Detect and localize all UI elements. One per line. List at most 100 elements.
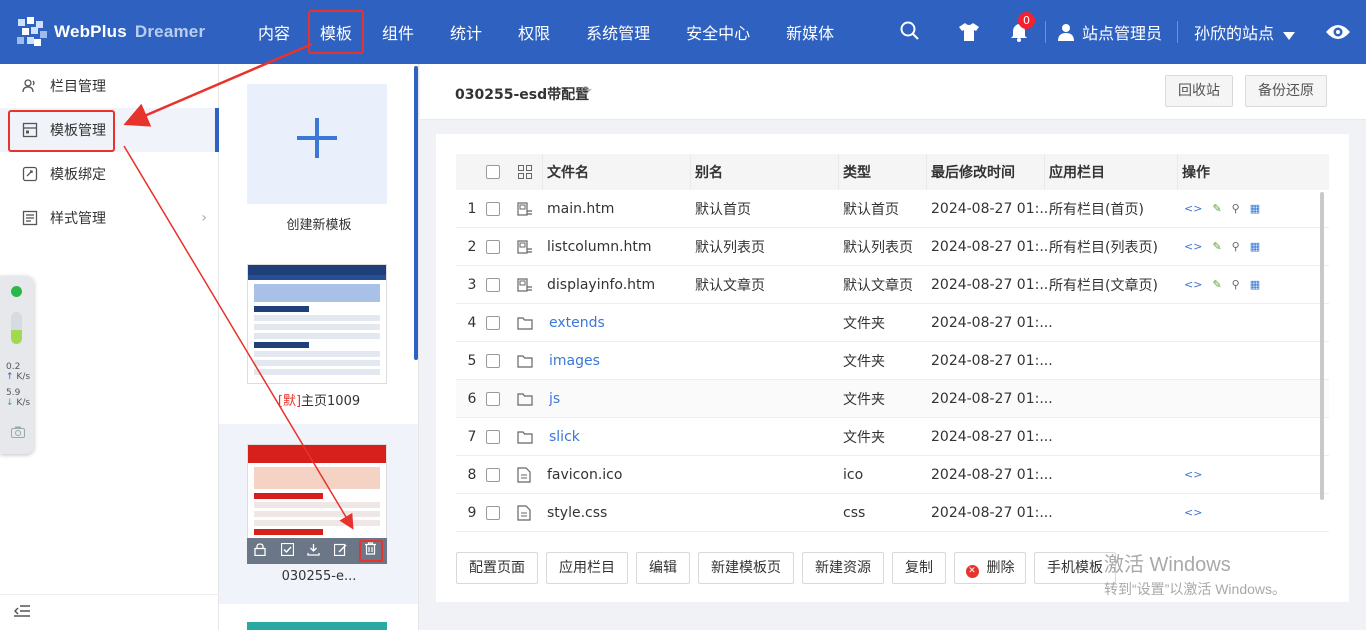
qrcode-icon[interactable]: ▦: [1250, 240, 1260, 253]
row-checkbox[interactable]: [486, 239, 500, 254]
nav-item[interactable]: 组件: [382, 0, 414, 64]
row-checkbox[interactable]: [486, 429, 500, 444]
template-name[interactable]: 030255-e...: [219, 569, 418, 584]
table-row[interactable]: 8 favicon.ico ico 2024-08-27 01:... <>: [456, 456, 1329, 494]
users-icon: [22, 78, 38, 94]
column-header-applied-column[interactable]: 应用栏目: [1049, 154, 1105, 190]
recycle-bin-button[interactable]: 回收站: [1165, 75, 1233, 107]
user-menu[interactable]: 站点管理员: [1082, 0, 1162, 64]
file-type: 默认列表页: [843, 239, 913, 256]
new-resource-button[interactable]: 新建资源: [802, 552, 884, 584]
sidebar-item-style-management[interactable]: 样式管理 ›: [0, 196, 219, 240]
sidebar-item-template-binding[interactable]: 模板绑定: [0, 152, 219, 196]
nav-item[interactable]: 模板: [308, 10, 365, 54]
lock-icon[interactable]: [251, 543, 269, 559]
template-thumbnail[interactable]: [247, 264, 387, 384]
file-type: 文件夹: [843, 391, 885, 408]
template-name[interactable]: [默]主页1009: [219, 390, 418, 409]
edit-icon[interactable]: ✎: [1212, 278, 1221, 291]
style-icon: [22, 210, 38, 226]
sidebar-item-column-management[interactable]: 栏目管理: [0, 64, 219, 108]
row-checkbox[interactable]: [486, 353, 500, 368]
nav-item[interactable]: 新媒体: [786, 0, 834, 64]
template-thumbnail[interactable]: [247, 622, 387, 630]
grid-view-icon[interactable]: [518, 154, 532, 190]
eye-icon[interactable]: [1325, 22, 1351, 46]
file-name[interactable]: extends: [549, 304, 605, 341]
code-view-icon[interactable]: <>: [1184, 278, 1202, 291]
logo[interactable]: WebPlus Dreamer: [14, 14, 205, 50]
column-header-alias[interactable]: 别名: [695, 154, 723, 190]
site-switcher[interactable]: 孙欣的站点: [1194, 0, 1274, 64]
nav-item[interactable]: 统计: [450, 0, 482, 64]
table-row[interactable]: 1 main.htm 默认首页 默认首页 2024-08-27 01:... 所有栏目(首…: [456, 190, 1329, 228]
row-checkbox[interactable]: [486, 391, 500, 406]
table-row[interactable]: 9 style.css css 2024-08-27 01:... <>: [456, 494, 1329, 532]
download-speed: 5.9 ↓ K/s: [6, 388, 31, 408]
search-icon[interactable]: ⚲: [1232, 278, 1240, 291]
table-row[interactable]: 6 js 文件夹 2024-08-27 01:...: [456, 380, 1329, 418]
code-view-icon[interactable]: <>: [1184, 240, 1202, 253]
template-list-scrollbar[interactable]: [414, 66, 418, 360]
code-view-icon[interactable]: <>: [1184, 468, 1202, 481]
edit-button[interactable]: 编辑: [636, 552, 690, 584]
edit-icon[interactable]: [332, 543, 350, 559]
template-list: 创建新模板 [默]主页1009 030255-e...: [219, 64, 419, 630]
table-scrollbar[interactable]: [1320, 192, 1324, 500]
nav-item[interactable]: 系统管理: [586, 0, 650, 64]
camera-icon[interactable]: [11, 426, 25, 441]
modified-time: 2024-08-27 01:...: [931, 352, 1053, 369]
search-icon[interactable]: [900, 21, 920, 45]
file-name[interactable]: js: [549, 380, 560, 417]
table-row[interactable]: 7 slick 文件夹 2024-08-27 01:...: [456, 418, 1329, 456]
backup-restore-button[interactable]: 备份还原: [1245, 75, 1327, 107]
row-checkbox[interactable]: [486, 315, 500, 330]
code-view-icon[interactable]: <>: [1184, 202, 1202, 215]
row-checkbox[interactable]: [486, 201, 500, 216]
new-template-page-button[interactable]: 新建模板页: [698, 552, 794, 584]
main-nav: 内容 模板 组件 统计 权限 系统管理 安全中心 新媒体: [240, 0, 834, 64]
folder-icon: [517, 342, 533, 379]
configure-page-button[interactable]: 配置页面: [456, 552, 538, 584]
nav-item[interactable]: 权限: [518, 0, 550, 64]
close-circle-icon: ✕: [965, 565, 979, 578]
table-row[interactable]: 2 listcolumn.htm 默认列表页 默认列表页 2024-08-27 01:.…: [456, 228, 1329, 266]
column-header-modified[interactable]: 最后修改时间: [931, 154, 1015, 190]
network-monitor-widget[interactable]: 0.2 ↑ K/s 5.9 ↓ K/s: [0, 276, 34, 454]
select-all-checkbox[interactable]: [486, 165, 500, 179]
edit-icon[interactable]: ✎: [1212, 240, 1221, 253]
template-page-icon: [517, 228, 533, 265]
refresh-icon[interactable]: ⟳: [581, 84, 592, 99]
copy-button[interactable]: 复制: [892, 552, 946, 584]
search-icon[interactable]: ⚲: [1232, 240, 1240, 253]
edit-icon[interactable]: ✎: [1212, 202, 1221, 215]
row-checkbox[interactable]: [486, 467, 500, 482]
delete-button[interactable]: ✕ 删除: [954, 552, 1026, 584]
table-row[interactable]: 3 displayinfo.htm 默认文章页 默认文章页 2024-08-27 01:…: [456, 266, 1329, 304]
qrcode-icon[interactable]: ▦: [1250, 278, 1260, 291]
code-view-icon[interactable]: <>: [1184, 506, 1202, 519]
column-header-type[interactable]: 类型: [843, 154, 871, 190]
search-icon[interactable]: ⚲: [1232, 202, 1240, 215]
row-checkbox[interactable]: [486, 277, 500, 292]
nav-item[interactable]: 安全中心: [686, 0, 750, 64]
table-row[interactable]: 5 images 文件夹 2024-08-27 01:...: [456, 342, 1329, 380]
create-template-button[interactable]: [247, 84, 387, 204]
table-row[interactable]: 4 extends 文件夹 2024-08-27 01:...: [456, 304, 1329, 342]
theme-shirt-icon[interactable]: [958, 22, 980, 46]
file-name[interactable]: images: [549, 342, 600, 379]
download-icon[interactable]: [305, 543, 323, 559]
divider: [1045, 21, 1046, 43]
table-header: 文件名 别名 类型 最后修改时间 应用栏目 操作: [456, 154, 1329, 190]
file-type: css: [843, 504, 866, 521]
apply-column-button[interactable]: 应用栏目: [546, 552, 628, 584]
column-header-filename[interactable]: 文件名: [547, 154, 589, 190]
delete-icon[interactable]: [358, 540, 383, 562]
caret-down-icon[interactable]: [1283, 28, 1295, 44]
row-checkbox[interactable]: [486, 505, 500, 520]
qrcode-icon[interactable]: ▦: [1250, 202, 1260, 215]
nav-item[interactable]: 内容: [258, 0, 290, 64]
check-icon[interactable]: [278, 542, 296, 559]
collapse-menu-icon[interactable]: [13, 604, 30, 622]
file-name[interactable]: slick: [549, 418, 580, 455]
